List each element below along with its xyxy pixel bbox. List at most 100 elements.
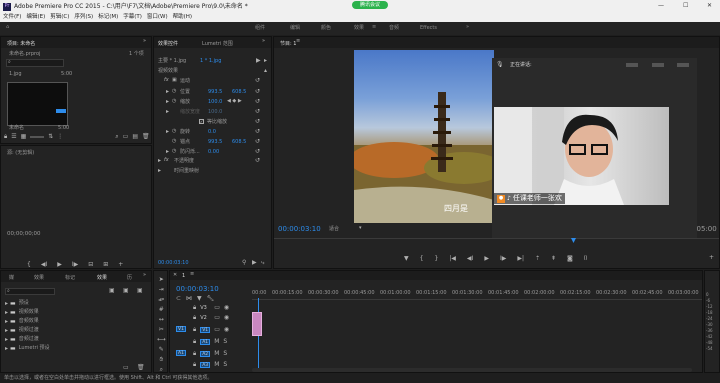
overwrite-icon[interactable]: ⊞ (103, 262, 108, 268)
find-icon[interactable]: ⌕ (115, 134, 118, 140)
expand-chevron-icon[interactable]: ▸ (5, 318, 8, 325)
expand-chevron-icon[interactable]: ▸ (5, 336, 8, 343)
fit-chevron-down-icon[interactable]: ▾ (359, 226, 362, 231)
prop-position-v2[interactable]: 608.5 (232, 90, 246, 95)
sync-icon[interactable]: ▭ (214, 315, 220, 321)
menu-sequence[interactable]: 序列(S) (74, 14, 93, 21)
accelerated-effects-icon[interactable]: ▣ (109, 288, 115, 294)
lock-icon[interactable]: 🔒︎ (193, 351, 196, 357)
slip-icon[interactable]: ⟷ (157, 337, 166, 343)
timeline-clip-1jpg[interactable] (252, 312, 262, 336)
expand-scale-icon[interactable]: ▸ (166, 99, 169, 105)
home-icon[interactable]: ⌂ (6, 25, 9, 30)
track-target-a3[interactable]: A3 (200, 362, 211, 368)
program-tab[interactable]: 节目: 1 (280, 40, 296, 47)
timeline-timecode[interactable]: 00:00:03:10 (176, 286, 219, 293)
pen-icon[interactable]: ✎ (157, 347, 166, 353)
program-menu-icon[interactable]: ≡ (296, 39, 300, 44)
icon-view-icon[interactable]: ▦ (21, 134, 27, 140)
keyframe-flicker-icon[interactable]: ◷ (172, 149, 176, 154)
solo-icon[interactable]: S (223, 362, 227, 368)
tab-media-browser[interactable]: 媒 (9, 274, 14, 281)
menu-marker[interactable]: 标记(M) (98, 14, 118, 21)
razor-icon[interactable]: ✂ (157, 327, 166, 333)
step-back-icon[interactable]: ◀I (467, 256, 473, 262)
add-marker-icon[interactable]: ▼ (197, 296, 202, 302)
window-control-2[interactable] (652, 63, 664, 67)
rolling-edit-icon[interactable]: # (157, 307, 166, 313)
workspace-assembly[interactable]: 组件 (255, 26, 265, 31)
prop-anchor-v1[interactable]: 993.5 (208, 140, 222, 145)
ec-expand-icon[interactable]: » (262, 39, 265, 44)
new-bin-icon[interactable]: ▭ (123, 134, 129, 140)
eye-icon[interactable]: ◉ (224, 327, 229, 333)
prop-rotation-v1[interactable]: 0.0 (208, 130, 216, 135)
expand-flicker-icon[interactable]: ▸ (166, 149, 169, 155)
expand-chevron-icon[interactable]: ▸ (5, 309, 8, 316)
project-thumbnail[interactable] (7, 82, 68, 126)
automate-icon[interactable]: ⋮ (57, 134, 63, 140)
motion-toggle-icon[interactable]: ▣ (172, 78, 177, 83)
source-patch-v1[interactable]: V1 (176, 326, 186, 332)
tab-lumetri-scopes[interactable]: Lumetri 范围 (202, 40, 233, 47)
expand-position-icon[interactable]: ▸ (166, 89, 169, 95)
menu-clip[interactable]: 剪辑(C) (50, 14, 69, 21)
tab-effects-active[interactable]: 效果 (97, 274, 107, 281)
prop-scale-v1[interactable]: 100.0 (208, 100, 222, 105)
delete-icon[interactable]: 🗑︎ (142, 134, 150, 140)
workspace-menu-icon[interactable]: ≡ (372, 25, 376, 30)
ec-timecode[interactable]: 00:00:03:10 (158, 261, 189, 266)
ec-source[interactable]: 主要 * 1.jpg (158, 59, 186, 64)
mute-icon[interactable]: M (214, 362, 219, 368)
track-target-v1[interactable]: V1 (200, 327, 211, 333)
menu-file[interactable]: 文件(F) (3, 14, 21, 21)
folder-item[interactable]: ▸ ▬ 音频效果 (5, 317, 50, 326)
track-target-a1[interactable]: A1 (200, 339, 211, 345)
lock-icon[interactable]: 🔒︎ (193, 327, 196, 333)
tab-effects-1[interactable]: 效果 (34, 274, 44, 281)
effects-search-input[interactable]: ⌕ (5, 288, 55, 295)
play-icon[interactable]: ▶ (484, 256, 489, 262)
reset-scale-width-icon[interactable]: ↺ (255, 109, 260, 115)
prop-position-v1[interactable]: 993.5 (208, 90, 222, 95)
lock-icon[interactable]: 🔒︎ (193, 339, 196, 345)
mute-icon[interactable]: M (214, 339, 219, 345)
meeting-badge[interactable]: 腾讯会议 (352, 1, 388, 9)
tab-history[interactable]: 历 (127, 274, 132, 281)
timeline-close-icon[interactable]: ✕ (173, 273, 177, 278)
list-view-icon[interactable]: ☰ (11, 134, 16, 140)
menu-edit[interactable]: 编辑(E) (26, 14, 45, 21)
reset-scale-icon[interactable]: ↺ (255, 99, 260, 105)
reset-opacity-icon[interactable]: ↺ (255, 158, 260, 164)
workspace-effects-en[interactable]: Effects (420, 26, 437, 31)
timeline-ruler[interactable]: 00:00 00:00:15:00 00:00:30:00 00:00:45:0… (252, 290, 702, 300)
reset-anchor-icon[interactable]: ↺ (255, 139, 260, 145)
program-timecode[interactable]: 00:00:03:10 (278, 226, 321, 233)
folder-item[interactable]: ▸ ▬ 预设 (5, 299, 50, 308)
timeline-scroll-bar[interactable] (252, 368, 692, 372)
keyframe-scale-icon[interactable]: ◷ (172, 99, 176, 104)
tab-markers[interactable]: 标记 (65, 274, 75, 281)
new-bin-icon[interactable]: ▭ (123, 365, 129, 371)
eye-icon[interactable]: ◉ (224, 315, 229, 321)
lift-icon[interactable]: ⇡ (535, 256, 540, 262)
maximize-icon[interactable]: ☐ (683, 3, 688, 9)
ec-options-icon[interactable]: ⤷ (261, 260, 264, 266)
project-search-input[interactable]: ⌕ (6, 59, 64, 67)
expand-scale-width-icon[interactable]: ▸ (166, 109, 169, 115)
folder-item[interactable]: ▸ ▬ 视频效果 (5, 308, 50, 317)
lock-icon[interactable]: 🔒︎ (193, 315, 196, 321)
expand-chevron-icon[interactable]: ▸ (5, 300, 8, 307)
source-patch-a1[interactable]: A1 (176, 350, 186, 356)
menu-title[interactable]: 字幕(T) (123, 14, 142, 21)
reset-uniform-icon[interactable]: ↺ (255, 119, 260, 125)
program-fit-select[interactable]: 适合 (329, 227, 339, 232)
ec-clip[interactable]: 1 * 1.jpg (200, 59, 221, 64)
motion-reset-icon[interactable]: ↺ (255, 78, 260, 84)
yuv-effects-icon[interactable]: ▣ (137, 288, 143, 294)
sync-icon[interactable]: ▭ (214, 327, 220, 333)
new-item-icon[interactable]: ▤ (132, 134, 138, 140)
workspace-audio[interactable]: 音频 (389, 26, 399, 31)
32bit-effects-icon[interactable]: ▣ (123, 288, 129, 294)
expand-chevron-icon[interactable]: ▸ (5, 327, 8, 334)
